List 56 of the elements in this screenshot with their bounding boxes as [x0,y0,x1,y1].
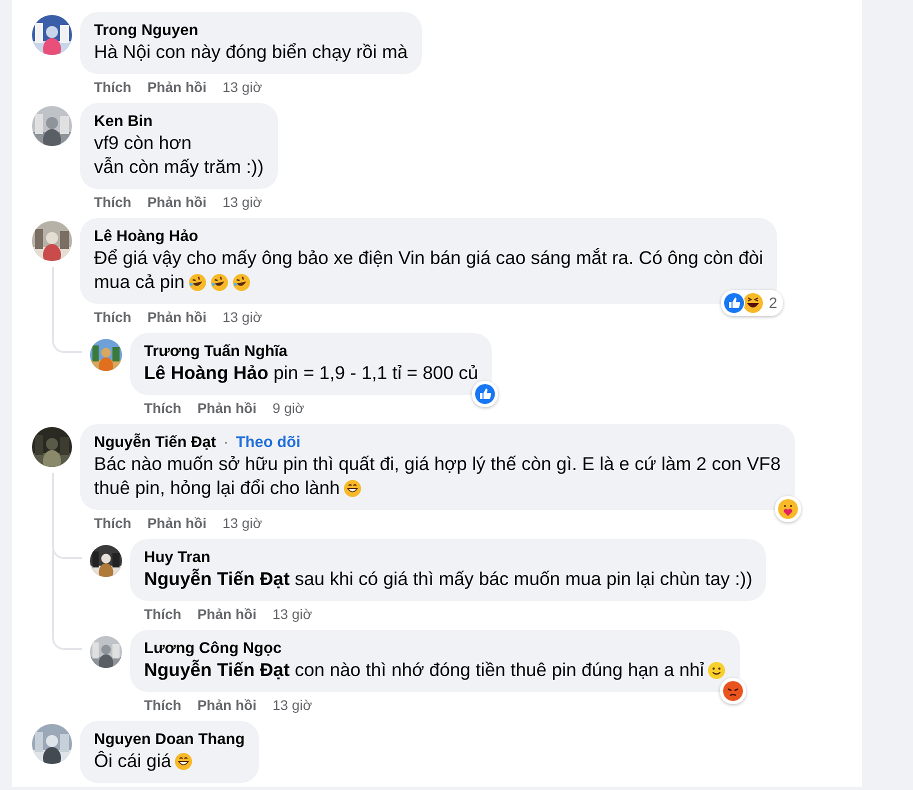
reply-link[interactable]: Phản hồi [197,400,256,416]
like-icon [722,292,745,314]
timestamp[interactable]: 13 giờ [222,79,262,95]
like-link[interactable]: Thích [144,606,182,622]
author-name[interactable]: Nguyen Doan Thang [94,731,245,748]
author-name[interactable]: Huy Tran [144,549,210,566]
author-name[interactable]: Ken Bin [94,113,153,130]
angry-emoji-icon [722,680,744,702]
laughing-emoji-icon [232,272,250,292]
laughing-emoji-icon [210,272,228,292]
hugging-emoji-icon [776,498,799,520]
timestamp[interactable]: 13 giờ [272,606,312,622]
grinning-emoji-icon [342,478,362,498]
reply-link[interactable]: Phản hồi [147,309,206,325]
laughing-emoji-icon [742,292,764,314]
like-link[interactable]: Thích [94,79,132,95]
comment-text: vẫn còn mấy trăm :)) [94,155,264,179]
timestamp[interactable]: 13 giờ [222,515,262,531]
like-link[interactable]: Thích [94,309,132,325]
reply-link[interactable]: Phản hồi [147,515,206,531]
timestamp[interactable]: 13 giờ [222,309,262,325]
like-link[interactable]: Thích [144,400,182,416]
reply-link[interactable]: Phản hồi [197,606,256,622]
comment-text: mua cả pin [94,270,184,294]
reply-link[interactable]: Phản hồi [147,194,206,210]
comment-text: Để giá vậy cho mấy ông bảo xe điện Vin bán giá cao sáng mắt ra. Có ông còn đòi [94,246,764,270]
smiley-icon [706,660,726,680]
reply-link[interactable]: Phản hồi [147,79,206,95]
author-name[interactable]: Lê Hoàng Hảo [94,228,198,245]
comment-text: vf9 còn hơn [94,131,192,155]
author-name[interactable]: Lương Công Ngọc [144,640,282,657]
reaction-badge[interactable] [720,678,746,704]
author-name[interactable]: Nguyễn Tiến Đạt [94,434,216,451]
timestamp[interactable]: 13 giờ [222,194,262,210]
author-name[interactable]: Trương Tuấn Nghĩa [144,343,288,360]
comment-text: Lê Hoàng Hảo pin = 1,9 - 1,1 tỉ = 800 củ [144,361,478,385]
follow-link[interactable]: Theo dõi [236,434,300,451]
like-link[interactable]: Thích [94,515,132,531]
like-link[interactable]: Thích [144,697,182,713]
reaction-badge[interactable]: 2 [720,290,784,316]
like-link[interactable]: Thích [94,194,132,210]
separator-dot: · [223,434,228,451]
comment-text: Ôi cái giá [94,749,172,773]
comment-text: Hà Nội con này đóng biển chạy rồi mà [94,40,408,64]
like-icon [474,383,496,405]
laughing-emoji-icon [188,272,206,292]
reply-link[interactable]: Phản hồi [197,697,256,713]
author-name[interactable]: Trong Nguyen [94,22,198,39]
comment-text: Bác nào muốn sở hữu pin thì quất đi, giá hợp lý thế còn gì. E là e cứ làm 2 con VF8 [94,452,781,476]
comment-text: Nguyễn Tiến Đạt sau khi có giá thì mấy bác muốn mua pin lại chùn tay :)) [144,567,752,591]
timestamp[interactable]: 9 giờ [272,400,304,416]
comment-text: Nguyễn Tiến Đạt con nào thì nhớ đóng tiền thuê pin đúng hạn a nhỉ [144,658,704,682]
grinning-emoji-icon [174,752,194,770]
reaction-count: 2 [768,294,778,312]
comment-text: thuê pin, hỏng lại đổi cho lành [94,476,340,500]
timestamp[interactable]: 13 giờ [272,697,312,713]
